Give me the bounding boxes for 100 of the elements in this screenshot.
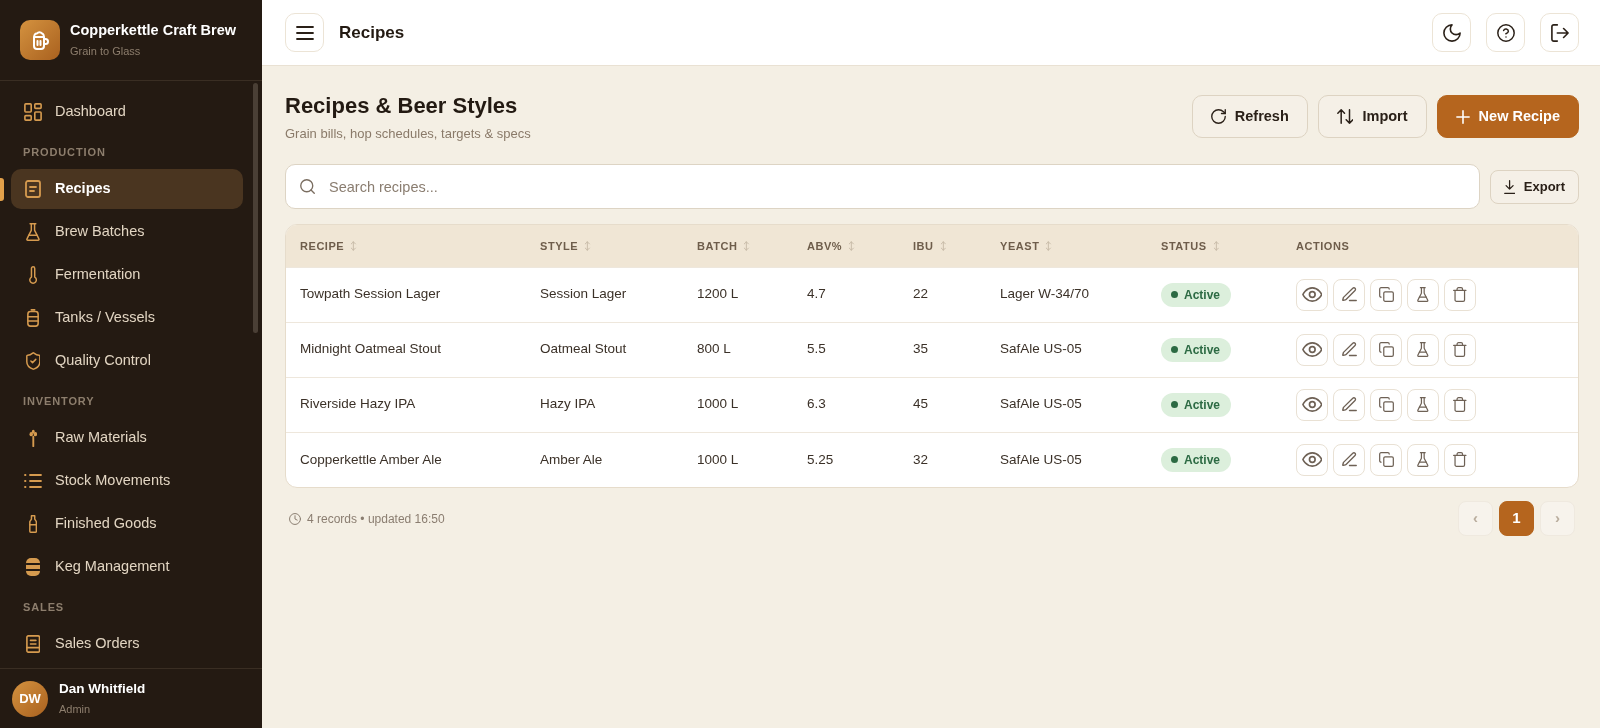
view-button[interactable] <box>1296 443 1328 476</box>
flask-button[interactable] <box>1407 388 1439 421</box>
clock-icon <box>289 512 301 525</box>
column-header[interactable]: ABV% <box>793 225 899 267</box>
delete-button[interactable] <box>1444 278 1476 311</box>
user-name: Dan Whitfield <box>59 681 146 698</box>
help-button[interactable] <box>1486 13 1525 52</box>
view-button[interactable] <box>1296 388 1328 421</box>
flask-button[interactable] <box>1407 333 1439 366</box>
table-cell: 1000 L <box>683 432 793 487</box>
new-recipe-button[interactable]: New Recipe <box>1436 95 1579 138</box>
page-button[interactable]: 1 <box>1499 501 1534 536</box>
sort-icon <box>584 240 591 251</box>
sidebar-item[interactable]: Fermentation <box>11 255 243 295</box>
table-cell: 1000 L <box>683 377 793 432</box>
refresh-button[interactable]: Refresh <box>1191 95 1308 138</box>
sidebar-item[interactable]: Brew Batches <box>11 212 243 252</box>
section-heading: INVENTORY <box>23 394 96 409</box>
section-heading: SALES <box>23 600 66 615</box>
page-title: Recipes & Beer Styles <box>285 93 519 119</box>
user-role: Admin <box>59 702 92 716</box>
table-cell: SafAle US-05 <box>986 322 1147 377</box>
eye-icon <box>1301 342 1323 357</box>
download-icon <box>1503 179 1515 194</box>
flask-button[interactable] <box>1407 443 1439 476</box>
view-button[interactable] <box>1296 278 1328 311</box>
delete-button[interactable] <box>1444 443 1476 476</box>
moon-icon <box>1442 23 1461 42</box>
user-avatar: DW <box>12 680 48 717</box>
table-cell: 45 <box>899 377 986 432</box>
scrollbar-thumb[interactable] <box>253 83 258 333</box>
search-icon <box>300 179 315 194</box>
duplicate-button[interactable] <box>1370 333 1402 366</box>
document-icon <box>25 180 41 198</box>
table-cell: Lager W-34/70 <box>986 267 1147 322</box>
pencil-icon <box>1341 342 1357 357</box>
column-header[interactable]: YEAST <box>986 225 1147 267</box>
table-cell: Oatmeal Stout <box>526 322 683 377</box>
table-cell: SafAle US-05 <box>986 432 1147 487</box>
edit-button[interactable] <box>1333 333 1365 366</box>
barrel-icon <box>26 558 40 576</box>
edit-button[interactable] <box>1333 443 1365 476</box>
table-cell: Riverside Hazy IPA <box>286 377 526 432</box>
trash-icon <box>1453 452 1467 468</box>
column-header[interactable]: STATUS <box>1147 225 1282 267</box>
duplicate-button[interactable] <box>1370 278 1402 311</box>
sort-icon <box>743 240 751 251</box>
sort-icon <box>1045 240 1053 251</box>
sidebar-item[interactable]: Raw Materials <box>11 418 243 458</box>
header-title: Recipes <box>339 21 405 44</box>
logout-button[interactable] <box>1540 13 1579 52</box>
column-header[interactable]: IBU <box>899 225 986 267</box>
sidebar-item[interactable]: Finished Goods <box>11 504 243 544</box>
theme-toggle-button[interactable] <box>1432 13 1471 52</box>
section-heading: PRODUCTION <box>23 145 107 160</box>
sidebar-item[interactable]: Stock Movements <box>11 461 243 501</box>
sidebar-item[interactable]: Quality Control <box>11 341 243 381</box>
flask-button[interactable] <box>1407 278 1439 311</box>
view-button[interactable] <box>1296 333 1328 366</box>
duplicate-button[interactable] <box>1370 443 1402 476</box>
list-icon <box>24 472 42 490</box>
refresh-icon <box>1210 109 1226 124</box>
edit-button[interactable] <box>1333 278 1365 311</box>
delete-button[interactable] <box>1444 388 1476 421</box>
status-label: Active <box>1184 286 1221 304</box>
search-field[interactable]: Search recipes... <box>285 164 1480 209</box>
export-button[interactable]: Export <box>1489 169 1579 204</box>
sidebar-item[interactable]: Sales Orders <box>11 624 243 664</box>
sidebar-item[interactable]: Keg Management <box>11 547 243 587</box>
column-header[interactable]: BATCH <box>683 225 793 267</box>
table-cell: Midnight Oatmeal Stout <box>286 322 526 377</box>
import-button[interactable]: Import <box>1317 95 1427 138</box>
menu-icon <box>295 25 314 40</box>
column-header: ACTIONS <box>1282 225 1578 267</box>
table-cell: 6.3 <box>793 377 899 432</box>
brand-name: Copperkettle Craft Brew <box>70 21 236 40</box>
page-subtitle: Grain bills, hop schedules, targets & specs <box>285 125 531 143</box>
sidebar-item[interactable]: Tanks / Vessels <box>11 298 243 338</box>
column-header[interactable]: RECIPE <box>286 225 526 267</box>
edit-button[interactable] <box>1333 388 1365 421</box>
table-cell: Copperkettle Amber Ale <box>286 432 526 487</box>
trash-icon <box>1453 397 1467 412</box>
menu-button[interactable] <box>285 13 324 52</box>
plus-icon <box>1455 109 1470 124</box>
up-down-arrows-icon <box>1336 109 1354 124</box>
copy-icon <box>1378 397 1394 412</box>
status-dot-icon <box>1171 291 1178 298</box>
table-cell: 1200 L <box>683 267 793 322</box>
active-indicator <box>0 178 4 201</box>
table-cell: 22 <box>899 267 986 322</box>
sidebar-item[interactable]: Dashboard <box>11 92 243 132</box>
duplicate-button[interactable] <box>1370 388 1402 421</box>
shield-check-icon <box>25 352 41 370</box>
delete-button[interactable] <box>1444 333 1476 366</box>
trash-icon <box>1453 287 1467 302</box>
table-cell: 35 <box>899 322 986 377</box>
copy-icon <box>1378 342 1394 357</box>
pencil-icon <box>1341 452 1357 468</box>
sidebar-item[interactable]: Recipes <box>11 169 243 209</box>
column-header[interactable]: STYLE <box>526 225 683 267</box>
